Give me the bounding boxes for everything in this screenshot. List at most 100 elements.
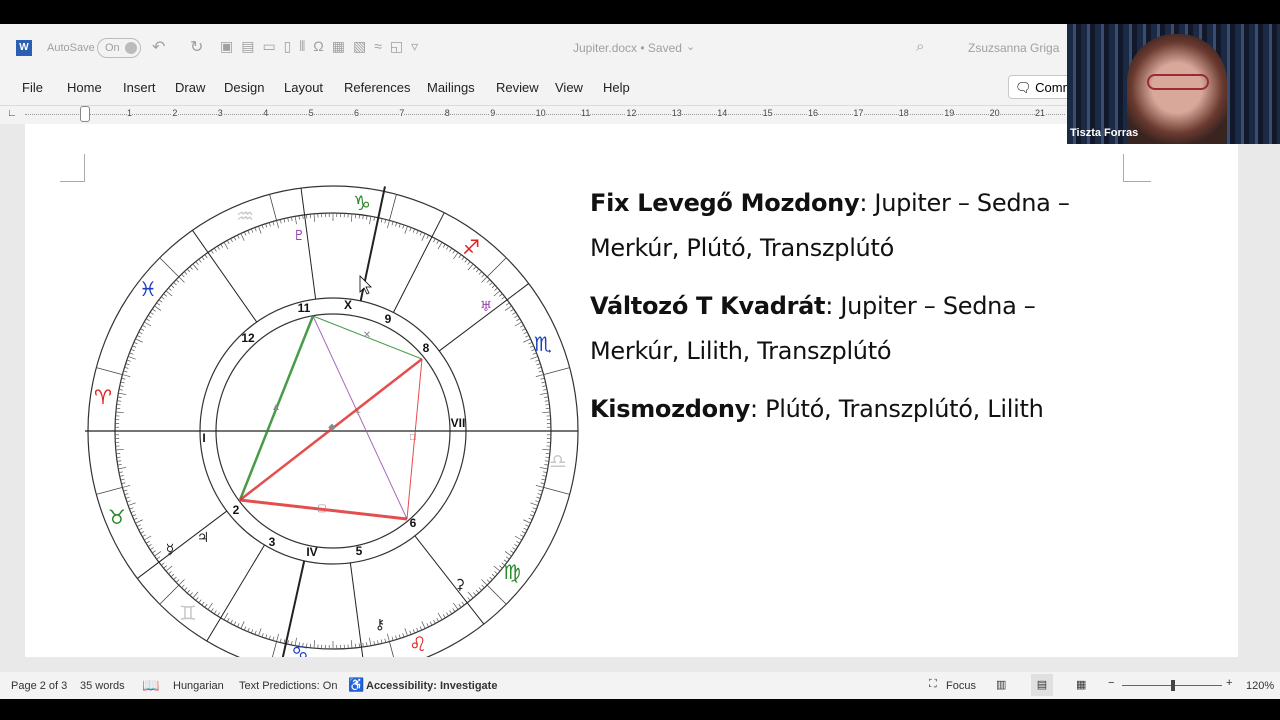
degree-tick [138, 331, 143, 335]
sign-boundary [159, 584, 180, 605]
print-layout-icon[interactable]: ▤ [1031, 674, 1053, 696]
tab-layout[interactable]: Layout [284, 80, 323, 95]
paragraph-fix-levego-mozdony: Fix Levegő Mozdony: Jupiter – Sedna – Me… [590, 181, 1070, 271]
degree-tick [178, 579, 185, 586]
degree-tick [313, 640, 316, 649]
zoom-in-button[interactable]: + [1226, 677, 1232, 689]
tab-references[interactable]: References [344, 80, 410, 95]
zoom-level[interactable]: 120% [1246, 680, 1274, 692]
tab-home[interactable]: Home [67, 80, 102, 95]
degree-tick [227, 617, 230, 622]
word-count[interactable]: 35 words [80, 680, 125, 692]
house-label: I [202, 431, 205, 445]
video-overlay: Tiszta Forras [1067, 24, 1280, 144]
focus-icon[interactable]: ⛶ [929, 678, 937, 691]
degree-tick [446, 612, 449, 617]
degree-tick [132, 514, 137, 517]
degree-tick [464, 258, 468, 263]
web-layout-icon[interactable]: ▦ [1076, 678, 1086, 691]
degree-tick [244, 231, 247, 236]
planet-icon: ⚳ [455, 577, 465, 593]
ruler-mark: 9 [490, 108, 496, 118]
degree-tick [523, 519, 531, 524]
degree-tick [505, 556, 510, 560]
degree-tick [452, 250, 456, 254]
tab-design[interactable]: Design [224, 80, 264, 95]
house-label: 3 [269, 535, 276, 549]
tab-mailings[interactable]: Mailings [427, 80, 475, 95]
focus-button[interactable]: Focus [946, 680, 976, 692]
sign-boundary [269, 194, 277, 221]
degree-tick [254, 227, 257, 232]
degree-tick [449, 610, 453, 615]
text-predictions[interactable]: Text Predictions: On [239, 680, 337, 692]
planet-icon: ☿ [166, 542, 175, 558]
zoom-slider-thumb[interactable] [1171, 680, 1175, 691]
tab-review[interactable]: Review [496, 80, 539, 95]
indent-marker[interactable] [80, 106, 90, 122]
degree-tick [501, 296, 506, 300]
degree-tick [458, 254, 462, 259]
accessibility-status[interactable]: Accessibility: Investigate [366, 680, 497, 692]
degree-tick [429, 621, 433, 626]
degree-tick [154, 551, 162, 557]
degree-tick [514, 535, 522, 541]
degree-tick [362, 215, 364, 220]
degree-tick [247, 230, 250, 235]
user-name[interactable]: Zsuzsanna Griga [968, 41, 1059, 55]
ruler-mark: 5 [308, 108, 314, 118]
degree-tick [505, 302, 510, 306]
tab-selector-icon[interactable]: ∟ [7, 108, 17, 119]
degree-tick [467, 261, 471, 265]
accessibility-icon[interactable]: ♿ [348, 677, 364, 693]
zodiac-sign-icon: ♋ [291, 641, 309, 657]
degree-tick [543, 389, 548, 391]
tab-draw[interactable]: Draw [175, 80, 205, 95]
degree-tick [433, 619, 436, 624]
undo-icon[interactable]: ↶ [152, 37, 165, 57]
read-mode-icon[interactable]: ▥ [996, 678, 1006, 691]
degree-tick [154, 305, 162, 311]
tab-file[interactable]: File [22, 80, 43, 95]
degree-tick [525, 335, 530, 338]
tab-view[interactable]: View [555, 80, 583, 95]
degree-tick [118, 392, 127, 395]
degree-tick [240, 233, 245, 241]
degree-tick [491, 573, 496, 578]
language[interactable]: Hungarian [173, 680, 224, 692]
degree-tick [233, 236, 237, 241]
degree-tick [398, 634, 401, 639]
degree-tick [493, 290, 501, 297]
page-count[interactable]: Page 2 of 3 [11, 680, 67, 692]
zoom-slider[interactable] [1122, 680, 1222, 691]
zoom-out-button[interactable]: − [1108, 677, 1114, 689]
degree-tick [186, 268, 191, 273]
degree-tick [541, 381, 546, 384]
degree-tick [145, 318, 150, 322]
sign-boundary [486, 584, 507, 605]
quick-access-icons[interactable]: ▣▤▭▯⫴Ω▦▧≈◱▿ [220, 38, 426, 55]
zodiac-sign-icon: ♍ [503, 560, 521, 584]
redo-icon[interactable]: ↻ [190, 37, 203, 57]
degree-tick [512, 311, 517, 315]
degree-tick [380, 218, 383, 223]
degree-tick [433, 238, 436, 243]
document-title[interactable]: Jupiter.docx • Saved [573, 41, 682, 55]
degree-tick [542, 385, 547, 387]
degree-tick [237, 623, 240, 628]
degree-tick [491, 284, 496, 289]
degree-tick [294, 216, 297, 225]
aspect-symbol: ◆ [328, 422, 336, 433]
autosave-toggle[interactable]: On [97, 38, 141, 58]
zodiac-sign-icon: ♏ [534, 332, 552, 356]
tab-insert[interactable]: Insert [123, 80, 156, 95]
tab-help[interactable]: Help [603, 80, 630, 95]
degree-tick [254, 630, 257, 635]
degree-tick [499, 565, 503, 569]
search-icon[interactable]: ⌕ [916, 38, 924, 55]
paragraph-text: : Jupiter – Sedna – [825, 292, 1036, 320]
degree-tick [173, 576, 177, 580]
degree-tick [165, 565, 173, 572]
title-chevron-icon[interactable]: ⌄ [686, 40, 695, 53]
proofing-icon[interactable]: 📖 [142, 677, 159, 694]
